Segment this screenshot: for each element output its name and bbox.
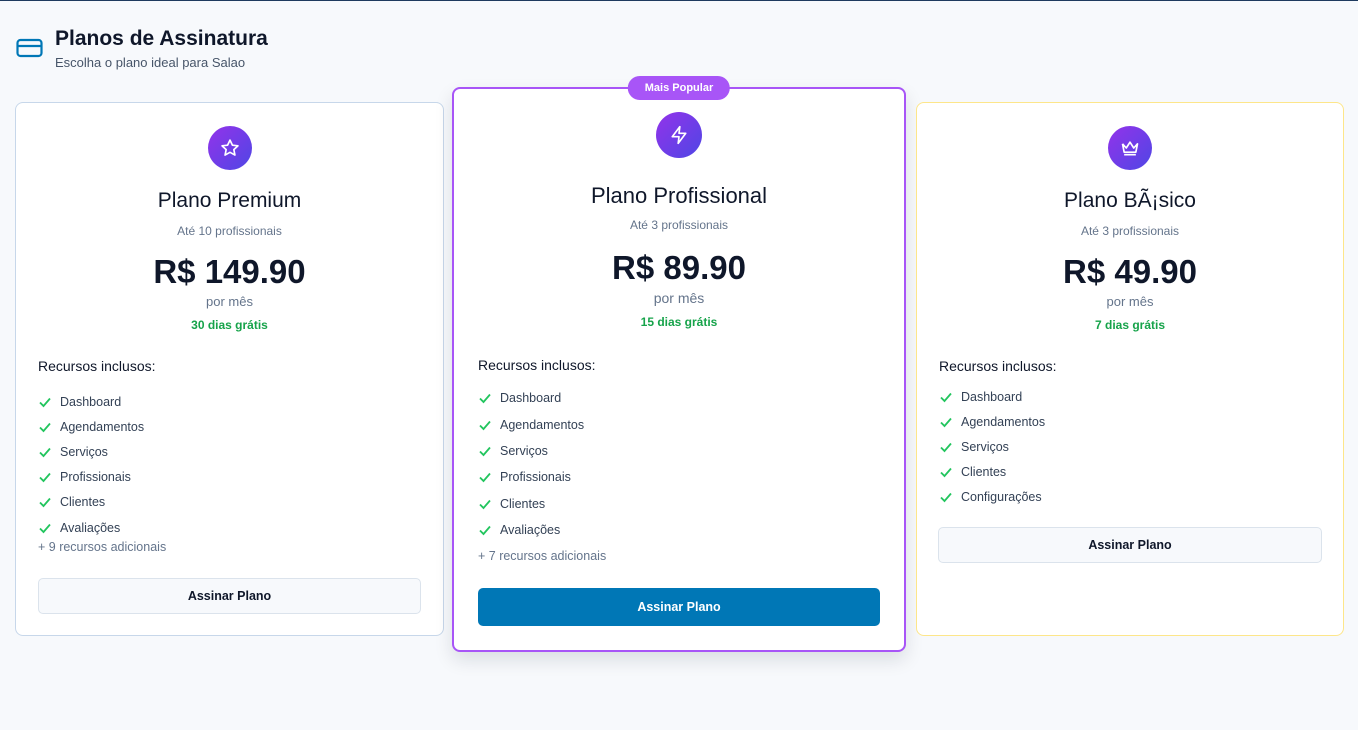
- plan-trial: 7 dias grátis: [1094, 318, 1166, 332]
- check-icon: [39, 473, 51, 483]
- subscribe-premium-button[interactable]: Assinar Plano: [38, 578, 421, 614]
- star-icon: [207, 126, 252, 170]
- check-icon: [940, 442, 952, 453]
- feature-item: Serviços: [478, 438, 584, 464]
- feature-item: Avaliações: [38, 515, 144, 540]
- feature-item: Clientes: [939, 460, 1045, 485]
- features-title: Recursos inclusos:: [478, 357, 596, 373]
- plan-trial: 15 dias grátis: [640, 315, 718, 329]
- check-icon: [39, 422, 51, 433]
- feature-item: Profissionais: [478, 464, 584, 490]
- check-icon: [479, 499, 491, 510]
- feature-item: Avaliações: [478, 517, 584, 543]
- popular-badge: Mais Popular: [627, 76, 731, 100]
- plan-period: por mês: [1106, 294, 1154, 309]
- extra-features: + 7 recursos adicionais: [478, 549, 607, 563]
- feature-item: Dashboard: [478, 385, 584, 411]
- check-icon: [940, 392, 952, 402]
- plan-name: Plano Premium: [157, 189, 302, 212]
- plan-period: por mês: [206, 294, 253, 309]
- page-header: Planos de Assinatura Escolha o plano ide…: [16, 26, 268, 70]
- feature-item: Dashboard: [38, 389, 144, 414]
- check-icon: [940, 468, 952, 478]
- extra-features: + 9 recursos adicionais: [38, 540, 167, 554]
- check-icon: [479, 473, 491, 483]
- check-icon: [39, 447, 51, 458]
- subscribe-profissional-button[interactable]: Assinar Plano: [478, 588, 880, 626]
- plan-price: R$ 49.90: [1063, 253, 1197, 290]
- feature-item: Clientes: [478, 491, 584, 517]
- feature-item: Agendamentos: [939, 409, 1045, 434]
- check-icon: [940, 493, 952, 503]
- plan-limit: Até 10 profissionais: [177, 224, 282, 238]
- credit-card-icon: [16, 38, 43, 58]
- feature-list: Dashboard Agendamentos Serviços Clientes…: [939, 384, 1045, 510]
- zap-icon: [656, 112, 702, 158]
- plan-card-premium: Plano Premium Até 10 profissionais R$ 14…: [15, 102, 444, 636]
- features-title: Recursos inclusos:: [939, 358, 1057, 374]
- feature-item: Agendamentos: [478, 411, 584, 437]
- feature-item: Configurações: [939, 485, 1045, 510]
- plan-name: Plano Profissional: [590, 183, 768, 208]
- feature-item: Profissionais: [38, 465, 144, 490]
- crown-icon: [1108, 126, 1152, 170]
- feature-item: Clientes: [38, 490, 144, 515]
- feature-item: Agendamentos: [38, 414, 144, 439]
- plan-name: Plano BÃ¡sico: [1064, 189, 1196, 212]
- plan-limit: Até 3 profissionais: [629, 218, 729, 232]
- plan-period: por mês: [653, 290, 705, 306]
- check-icon: [479, 526, 491, 536]
- plan-card-basico: Plano BÃ¡sico Até 3 profissionais R$ 49.…: [916, 102, 1344, 636]
- feature-item: Serviços: [38, 439, 144, 464]
- check-icon: [39, 498, 51, 508]
- check-icon: [940, 417, 952, 428]
- top-border: [0, 0, 1358, 1]
- subscribe-basico-button[interactable]: Assinar Plano: [938, 527, 1322, 563]
- feature-item: Dashboard: [939, 384, 1045, 409]
- check-icon: [479, 446, 491, 457]
- feature-item: Serviços: [939, 434, 1045, 459]
- plan-trial: 30 dias grátis: [191, 318, 268, 332]
- feature-list: Dashboard Agendamentos Serviços Profissi…: [38, 389, 144, 540]
- plan-price: R$ 149.90: [153, 253, 306, 290]
- check-icon: [39, 397, 51, 407]
- check-icon: [479, 394, 491, 404]
- features-title: Recursos inclusos:: [38, 358, 156, 374]
- check-icon: [39, 523, 51, 533]
- check-icon: [479, 420, 491, 430]
- page-title: Planos de Assinatura: [55, 27, 268, 50]
- feature-list: Dashboard Agendamentos Serviços Profissi…: [478, 385, 584, 543]
- plan-limit: Até 3 profissionais: [1080, 224, 1180, 238]
- plan-card-profissional: Mais Popular Plano Profissional Até 3 pr…: [452, 76, 906, 652]
- plan-price: R$ 89.90: [612, 249, 746, 286]
- page-subtitle: Escolha o plano ideal para Salao: [55, 55, 246, 70]
